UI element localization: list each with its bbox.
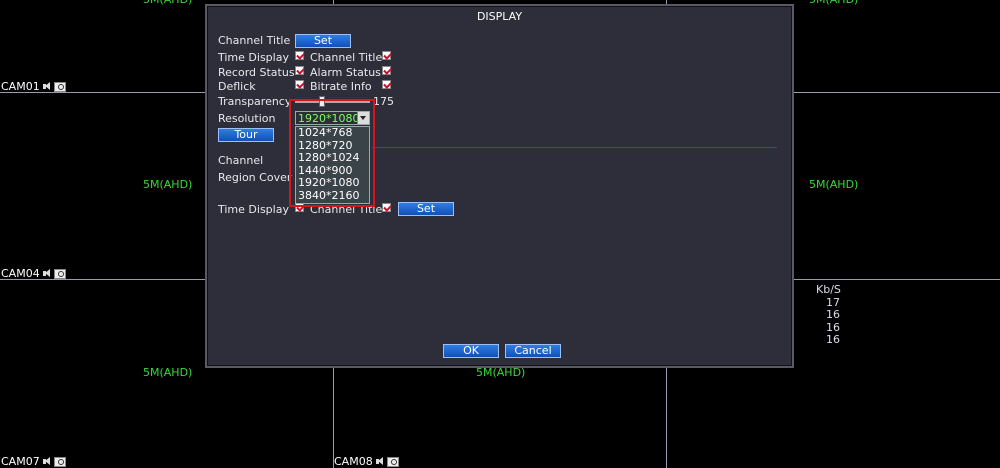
bitrate-header: Kb/S (816, 283, 841, 296)
camera-label-cam04[interactable]: CAM04 (1, 267, 66, 280)
display-dialog: DISPLAY Channel Title Set Time Display C… (205, 4, 794, 368)
record-status-checkbox[interactable] (295, 66, 304, 75)
time-display-checkbox[interactable] (295, 51, 304, 60)
transparency-label: Transparency (218, 95, 292, 108)
camera-name: CAM04 (1, 267, 40, 280)
mute-icon (42, 457, 51, 466)
camera-label-cam07[interactable]: CAM07 (1, 455, 66, 468)
transparency-value: 175 (373, 95, 394, 108)
alarm-status-checkbox[interactable] (382, 66, 391, 75)
highlight-box (289, 99, 375, 207)
record-icon (53, 268, 66, 279)
record-icon (53, 456, 66, 467)
ok-button[interactable]: OK (443, 344, 499, 358)
channel-title-label: Channel Title (218, 34, 291, 47)
record-icon (53, 81, 66, 92)
record-status-label: Record Status (218, 66, 295, 79)
camera-name: CAM01 (1, 80, 40, 93)
channel-title-set-button[interactable]: Set (295, 34, 351, 48)
video-format-label: 5M(AHD) (143, 178, 193, 191)
deflick-checkbox[interactable] (295, 80, 304, 89)
video-format-label: 5M(AHD) (143, 0, 192, 6)
video-format-label: 5M(AHD) (809, 0, 858, 6)
alarm-status-label: Alarm Status (310, 66, 381, 79)
channel-title-checkbox[interactable] (382, 51, 391, 60)
section-divider (372, 147, 777, 148)
camera-label-cam08[interactable]: CAM08 (334, 455, 399, 468)
video-format-label: 5M(AHD) (809, 178, 859, 191)
camera-label-cam01[interactable]: CAM01 (1, 80, 66, 93)
channel-title-set-button-2[interactable]: Set (398, 202, 454, 216)
mute-icon (375, 457, 384, 466)
time-display-label-2: Time Display (218, 203, 289, 216)
channel-title-checkbox-2[interactable] (382, 203, 391, 212)
bitrate-info-label: Bitrate Info (310, 80, 372, 93)
camera-name: CAM07 (1, 455, 40, 468)
record-icon (386, 456, 399, 467)
bitrate-value: 16 (826, 308, 840, 321)
bitrate-panel: Kb/S 17 16 16 16 (816, 283, 841, 347)
channel-label: Channel (218, 154, 264, 167)
region-cover-label: Region Cover (218, 171, 292, 184)
resolution-label: Resolution (218, 112, 276, 125)
channel-title-check-label: Channel Title (310, 51, 383, 64)
bitrate-value: 16 (826, 333, 840, 346)
time-display-label: Time Display (218, 51, 289, 64)
bitrate-info-checkbox[interactable] (382, 80, 391, 89)
tour-button[interactable]: Tour (218, 128, 274, 142)
camera-name: CAM08 (334, 455, 373, 468)
mute-icon (42, 82, 51, 91)
cancel-button[interactable]: Cancel (505, 344, 561, 358)
dialog-title: DISPLAY (476, 10, 523, 23)
deflick-label: Deflick (218, 80, 256, 93)
mute-icon (42, 269, 51, 278)
video-format-label: 5M(AHD) (143, 366, 193, 379)
